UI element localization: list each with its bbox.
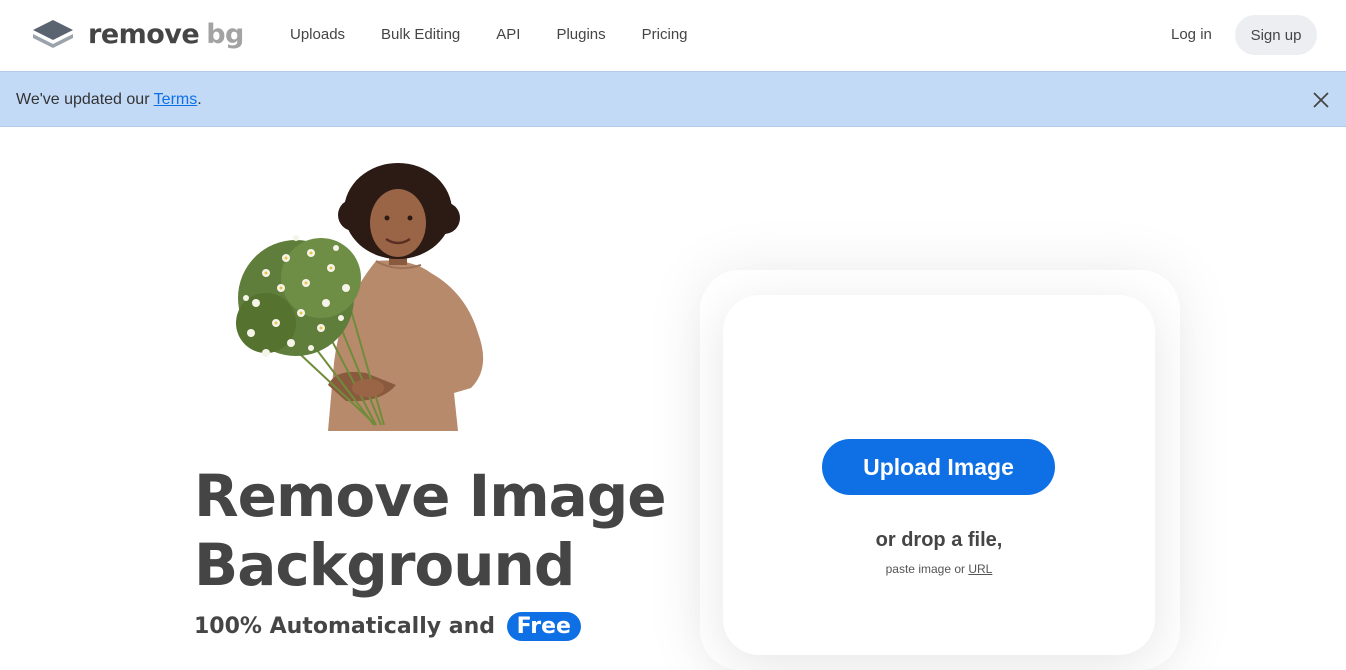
hero-illustration [236,163,484,431]
logo-icon [33,20,73,48]
close-icon[interactable] [1311,90,1331,110]
hero-subline: 100% Automatically and Free [194,612,581,641]
upload-image-button[interactable]: Upload Image [822,439,1055,495]
free-badge: Free [506,612,581,641]
terms-notice-banner: We've updated our Terms. [0,71,1346,127]
top-navbar: remove bg Uploads Bulk Editing API Plugin… [0,0,1346,71]
url-link[interactable]: URL [968,562,992,576]
paste-image-text: paste image or URL [885,562,993,576]
drop-file-text: or drop a file, [875,529,1003,551]
upload-card[interactable]: Upload Image or drop a file, paste image… [723,295,1155,655]
nav-pricing[interactable]: Pricing [642,24,688,46]
main-nav: Uploads Bulk Editing API Plugins Pricing [290,24,724,46]
nav-bulk-editing[interactable]: Bulk Editing [381,24,460,46]
login-link[interactable]: Log in [1171,24,1212,46]
nav-api[interactable]: API [496,24,520,46]
brand-logo[interactable]: remove bg [31,17,244,51]
hero-headline: Remove Image Background [194,462,667,600]
signup-button[interactable]: Sign up [1235,15,1317,55]
terms-link[interactable]: Terms [154,91,198,108]
nav-plugins[interactable]: Plugins [556,24,605,46]
banner-message: We've updated our Terms. [16,91,202,108]
headline-line-1: Remove Image [194,462,667,530]
nav-uploads[interactable]: Uploads [290,24,345,46]
headline-line-2: Background [194,531,575,599]
brand-name: remove bg [88,18,244,50]
